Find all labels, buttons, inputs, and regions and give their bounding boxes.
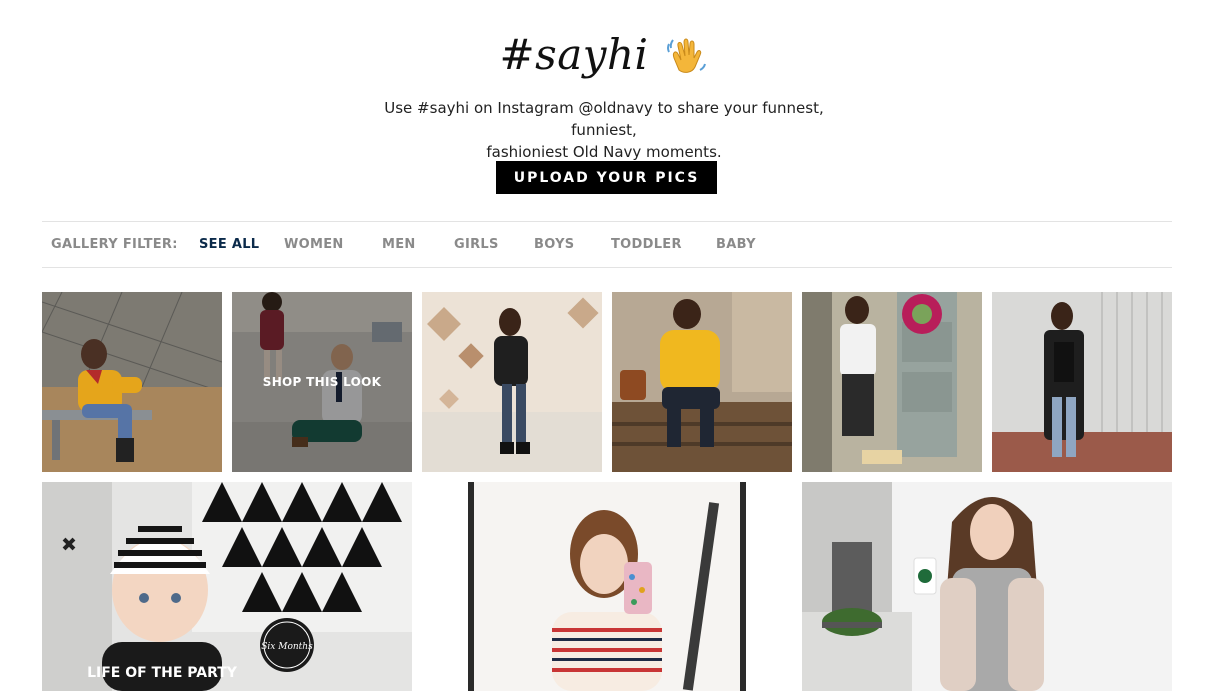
title-row: #sayhi <box>0 30 1209 79</box>
upload-pics-button[interactable]: UPLOAD YOUR PICS <box>496 161 717 194</box>
photo-woman-fur-vest-coffee[interactable] <box>802 482 1172 691</box>
filter-toddler[interactable]: TODDLER <box>611 237 682 252</box>
photo-woman-yellow-sweatshirt[interactable] <box>612 292 792 472</box>
filter-women[interactable]: WOMEN <box>284 237 344 252</box>
photo-woman-yellow-sweater-bench[interactable] <box>42 292 222 472</box>
photo-woman-black-jacket[interactable] <box>422 292 602 472</box>
filter-baby[interactable]: BABY <box>716 237 756 252</box>
waving-hand-icon <box>664 32 710 78</box>
photo-image <box>992 292 1172 472</box>
gallery-filter-label: GALLERY FILTER: <box>51 237 178 252</box>
filter-girls[interactable]: GIRLS <box>454 237 499 252</box>
gallery-filter-bar: GALLERY FILTER: SEE ALL WOMEN MEN GIRLS … <box>42 221 1172 268</box>
photo-woman-striped-sweater-selfie[interactable] <box>422 482 792 691</box>
page-title: #sayhi <box>499 30 649 79</box>
subtitle-line-1: Use #sayhi on Instagram @oldnavy to shar… <box>384 99 824 139</box>
filter-see-all[interactable]: SEE ALL <box>199 237 259 252</box>
subtitle: Use #sayhi on Instagram @oldnavy to shar… <box>354 97 854 163</box>
filter-boys[interactable]: BOYS <box>534 237 574 252</box>
photo-image <box>422 292 602 472</box>
baby-tee-text: LIFE OF THE PARTY <box>87 665 238 681</box>
photo-woman-graphic-tank-door[interactable] <box>802 292 982 472</box>
photo-image <box>802 292 982 472</box>
gallery-header: #sayhi Use #sayhi on Instagram @oldnavy … <box>0 0 1209 210</box>
subtitle-line-2: fashioniest Old Navy moments. <box>486 143 722 161</box>
filter-men[interactable]: MEN <box>382 237 416 252</box>
photo-image <box>422 482 792 691</box>
photo-woman-long-cardigan[interactable] <box>992 292 1172 472</box>
photo-image <box>802 482 1172 691</box>
milestone-badge-text: Six Months <box>261 642 313 652</box>
shop-this-look-label: SHOP THIS LOOK <box>262 375 382 389</box>
photo-baby-striped-beanie[interactable]: LIFE OF THE PARTY Six Months <box>42 482 412 691</box>
photo-image: LIFE OF THE PARTY Six Months <box>42 482 412 691</box>
photo-image <box>612 292 792 472</box>
shop-this-look-overlay[interactable]: SHOP THIS LOOK <box>232 292 412 472</box>
photo-father-daughter-street[interactable]: SHOP THIS LOOK <box>232 292 412 472</box>
photo-image <box>42 292 222 472</box>
